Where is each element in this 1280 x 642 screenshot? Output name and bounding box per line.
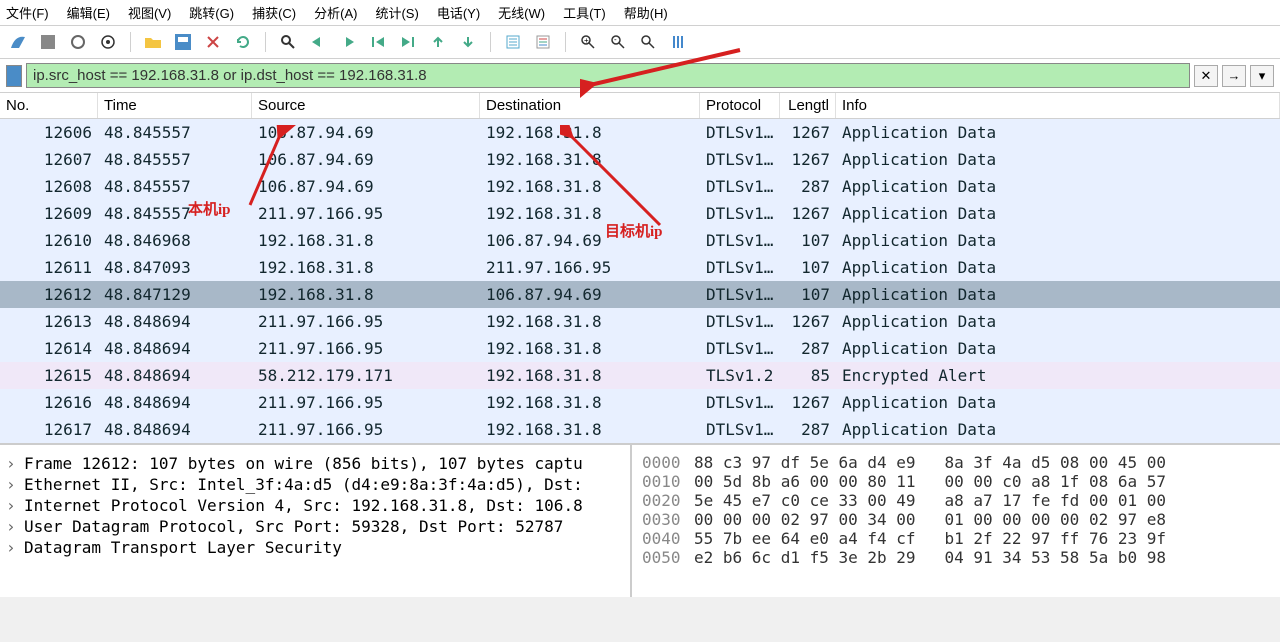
resize-columns-icon[interactable]	[666, 30, 690, 54]
hex-row[interactable]: 001000 5d 8b a6 00 00 80 11 00 00 c0 a8 …	[642, 472, 1270, 491]
autoscroll-icon[interactable]	[501, 30, 525, 54]
packet-row[interactable]: 1261548.84869458.212.179.171192.168.31.8…	[0, 362, 1280, 389]
packet-details-tree[interactable]: ›Frame 12612: 107 bytes on wire (856 bit…	[0, 445, 632, 597]
jump-prev-icon[interactable]	[366, 30, 390, 54]
close-icon[interactable]	[201, 30, 225, 54]
packet-row[interactable]: 1261248.847129192.168.31.8106.87.94.69DT…	[0, 281, 1280, 308]
toolbar: + -	[0, 26, 1280, 59]
open-icon[interactable]	[141, 30, 165, 54]
menu-item[interactable]: 文件(F)	[6, 3, 49, 22]
menu-item[interactable]: 视图(V)	[128, 3, 171, 22]
clear-filter-button[interactable]: ✕	[1194, 65, 1218, 87]
packet-row[interactable]: 1260748.845557106.87.94.69192.168.31.8DT…	[0, 146, 1280, 173]
expander-icon[interactable]: ›	[6, 475, 18, 494]
jump-next-icon[interactable]	[396, 30, 420, 54]
col-protocol[interactable]: Protocol	[700, 93, 780, 118]
packet-row[interactable]: 1261348.848694211.97.166.95192.168.31.8D…	[0, 308, 1280, 335]
goto-bottom-icon[interactable]	[456, 30, 480, 54]
packet-bytes-hex[interactable]: 000088 c3 97 df 5e 6a d4 e9 8a 3f 4a d5 …	[632, 445, 1280, 597]
packet-row[interactable]: 1260848.845557106.87.94.69192.168.31.8DT…	[0, 173, 1280, 200]
col-no[interactable]: No.	[0, 93, 98, 118]
expander-icon[interactable]: ›	[6, 454, 18, 473]
col-source[interactable]: Source	[252, 93, 480, 118]
zoom-out-icon[interactable]: -	[606, 30, 630, 54]
options-icon[interactable]	[96, 30, 120, 54]
next-icon[interactable]	[336, 30, 360, 54]
packet-row[interactable]: 1261148.847093192.168.31.8211.97.166.95D…	[0, 254, 1280, 281]
packet-row[interactable]: 1260948.845557211.97.166.95192.168.31.8D…	[0, 200, 1280, 227]
shark-fin-icon[interactable]	[6, 30, 30, 54]
zoom-reset-icon[interactable]	[636, 30, 660, 54]
svg-text:-: -	[614, 35, 617, 44]
expander-icon[interactable]: ›	[6, 517, 18, 536]
bottom-panes: ›Frame 12612: 107 bytes on wire (856 bit…	[0, 443, 1280, 597]
reload-icon[interactable]	[231, 30, 255, 54]
expander-icon[interactable]: ›	[6, 538, 18, 557]
tree-node[interactable]: ›User Datagram Protocol, Src Port: 59328…	[4, 516, 626, 537]
tree-node[interactable]: ›Internet Protocol Version 4, Src: 192.1…	[4, 495, 626, 516]
menu-item[interactable]: 工具(T)	[563, 3, 606, 22]
hex-row[interactable]: 0050e2 b6 6c d1 f5 3e 2b 29 04 91 34 53 …	[642, 548, 1270, 567]
restart-icon[interactable]	[66, 30, 90, 54]
hex-row[interactable]: 00205e 45 e7 c0 ce 33 00 49 a8 a7 17 fe …	[642, 491, 1270, 510]
packet-row[interactable]: 1261048.846968192.168.31.8106.87.94.69DT…	[0, 227, 1280, 254]
tree-node[interactable]: ›Ethernet II, Src: Intel_3f:4a:d5 (d4:e9…	[4, 474, 626, 495]
colorize-icon[interactable]	[531, 30, 555, 54]
menu-item[interactable]: 编辑(E)	[67, 3, 110, 22]
menu-item[interactable]: 分析(A)	[314, 3, 357, 22]
packet-list: No. Time Source Destination Protocol Len…	[0, 93, 1280, 443]
goto-top-icon[interactable]	[426, 30, 450, 54]
tree-node[interactable]: ›Datagram Transport Layer Security	[4, 537, 626, 558]
menu-item[interactable]: 跳转(G)	[189, 3, 234, 22]
filter-bar: ✕ → ▾	[0, 59, 1280, 93]
tree-node[interactable]: ›Frame 12612: 107 bytes on wire (856 bit…	[4, 453, 626, 474]
prev-icon[interactable]	[306, 30, 330, 54]
save-icon[interactable]	[171, 30, 195, 54]
bookmark-icon[interactable]	[6, 65, 22, 87]
display-filter-input[interactable]	[26, 63, 1190, 88]
hex-row[interactable]: 004055 7b ee 64 e0 a4 f4 cf b1 2f 22 97 …	[642, 529, 1270, 548]
col-info[interactable]: Info	[836, 93, 1280, 118]
packet-row[interactable]: 1260648.845557106.87.94.69192.168.31.8DT…	[0, 119, 1280, 146]
stop-icon[interactable]	[36, 30, 60, 54]
packet-row[interactable]: 1261748.848694211.97.166.95192.168.31.8D…	[0, 416, 1280, 443]
packet-row[interactable]: 1261648.848694211.97.166.95192.168.31.8D…	[0, 389, 1280, 416]
col-length[interactable]: Lengtl	[780, 93, 836, 118]
menu-item[interactable]: 电话(Y)	[437, 3, 480, 22]
zoom-in-icon[interactable]: +	[576, 30, 600, 54]
add-filter-button[interactable]: ▾	[1250, 65, 1274, 87]
packet-list-header[interactable]: No. Time Source Destination Protocol Len…	[0, 93, 1280, 119]
apply-filter-button[interactable]: →	[1222, 65, 1246, 87]
find-icon[interactable]	[276, 30, 300, 54]
hex-row[interactable]: 003000 00 00 02 97 00 34 00 01 00 00 00 …	[642, 510, 1270, 529]
menu-item[interactable]: 捕获(C)	[252, 3, 296, 22]
menu-bar: 文件(F) 编辑(E) 视图(V) 跳转(G) 捕获(C) 分析(A) 统计(S) 电话(Y)…	[0, 0, 1280, 26]
col-time[interactable]: Time	[98, 93, 252, 118]
menu-item[interactable]: 帮助(H)	[624, 3, 668, 22]
menu-item[interactable]: 无线(W)	[498, 3, 545, 22]
packet-list-body[interactable]: 1260648.845557106.87.94.69192.168.31.8DT…	[0, 119, 1280, 443]
packet-row[interactable]: 1261448.848694211.97.166.95192.168.31.8D…	[0, 335, 1280, 362]
svg-text:+: +	[584, 36, 589, 45]
expander-icon[interactable]: ›	[6, 496, 18, 515]
menu-item[interactable]: 统计(S)	[375, 3, 418, 22]
hex-row[interactable]: 000088 c3 97 df 5e 6a d4 e9 8a 3f 4a d5 …	[642, 453, 1270, 472]
col-destination[interactable]: Destination	[480, 93, 700, 118]
